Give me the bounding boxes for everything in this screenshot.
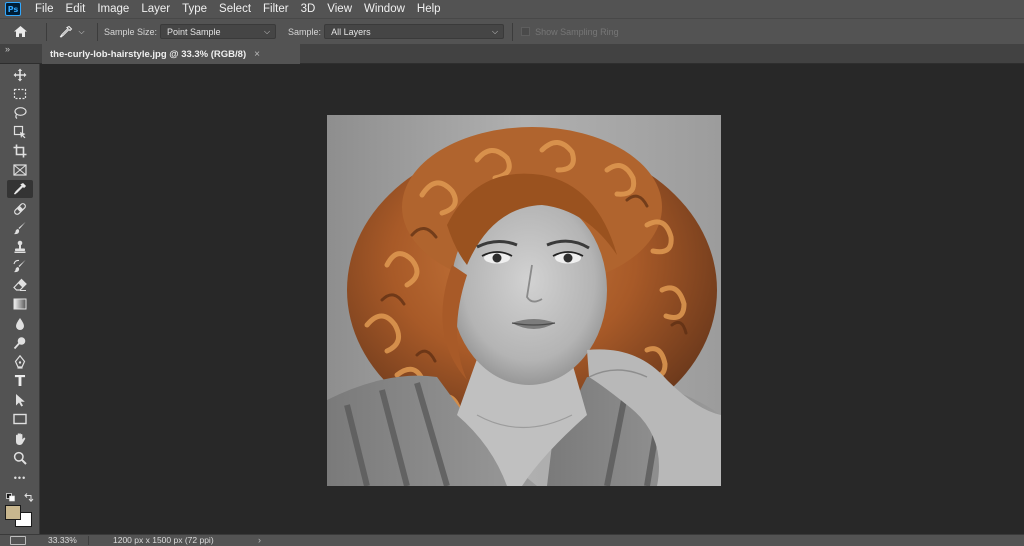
dodge-icon bbox=[13, 337, 26, 350]
photoshop-logo: Ps bbox=[5, 2, 21, 16]
menu-filter[interactable]: Filter bbox=[257, 0, 295, 18]
screen-mode-icon[interactable] bbox=[10, 536, 26, 545]
blur-tool[interactable] bbox=[7, 315, 33, 333]
rectangular-marquee-icon bbox=[13, 88, 27, 100]
hand-tool[interactable] bbox=[7, 430, 33, 448]
menu-bar: Ps File Edit Image Layer Type Select Fil… bbox=[0, 0, 1024, 18]
menu-window[interactable]: Window bbox=[358, 0, 411, 18]
chevron-down-icon: ⌵ bbox=[491, 26, 499, 36]
close-icon[interactable]: × bbox=[254, 49, 260, 60]
default-colors-icon[interactable] bbox=[6, 493, 16, 502]
dodge-tool[interactable] bbox=[7, 334, 33, 352]
document-tab-title: the-curly-lob-hairstyle.jpg @ 33.3% (RGB… bbox=[50, 48, 247, 60]
rectangle-tool[interactable] bbox=[7, 410, 33, 428]
document-image[interactable] bbox=[327, 115, 721, 486]
options-separator bbox=[46, 22, 47, 41]
sample-size-select[interactable]: Point Sample ⌵ bbox=[160, 24, 277, 39]
options-separator bbox=[512, 22, 514, 41]
menu-3d[interactable]: 3D bbox=[295, 0, 322, 18]
path-selection-icon bbox=[16, 394, 25, 407]
crop-tool[interactable] bbox=[7, 142, 33, 160]
tools-panel: T ••• bbox=[0, 64, 40, 534]
sample-size-label: Sample Size: bbox=[104, 26, 158, 37]
status-divider bbox=[88, 536, 89, 545]
document-tab-row: » the-curly-lob-hairstyle.jpg @ 33.3% (R… bbox=[0, 44, 1024, 64]
color-swap-controls bbox=[4, 493, 36, 503]
menu-image[interactable]: Image bbox=[91, 0, 135, 18]
magnifier-icon bbox=[13, 451, 27, 465]
eyedropper-tool[interactable] bbox=[7, 180, 33, 198]
hand-icon bbox=[16, 433, 26, 445]
swap-colors-icon[interactable] bbox=[24, 493, 34, 502]
move-icon bbox=[13, 68, 27, 82]
frame-icon bbox=[13, 164, 27, 176]
pen-tool[interactable] bbox=[7, 353, 33, 371]
lasso-icon bbox=[14, 107, 27, 119]
pen-icon bbox=[14, 355, 26, 369]
gradient-icon bbox=[13, 298, 27, 310]
home-button[interactable] bbox=[0, 21, 40, 43]
move-tool[interactable] bbox=[7, 66, 33, 84]
status-bar: 33.33% 1200 px x 1500 px (72 ppi) › bbox=[0, 534, 1024, 546]
brush-tool[interactable] bbox=[7, 219, 33, 237]
document-info: 1200 px x 1500 px (72 ppi) bbox=[113, 535, 214, 545]
tool-preset-picker[interactable]: ⌵ bbox=[53, 21, 91, 43]
crop-icon bbox=[13, 144, 27, 158]
type-icon: T bbox=[14, 372, 26, 390]
type-tool[interactable]: T bbox=[7, 372, 33, 390]
portrait-photo bbox=[327, 115, 721, 486]
marquee-tool[interactable] bbox=[7, 85, 33, 103]
chevron-down-icon: ⌵ bbox=[78, 26, 85, 36]
show-sampling-ring-label: Show Sampling Ring bbox=[535, 26, 619, 37]
healing-brush-tool[interactable] bbox=[7, 200, 33, 218]
rectangle-icon bbox=[13, 413, 27, 425]
brush-icon bbox=[13, 222, 26, 235]
lasso-tool[interactable] bbox=[7, 104, 33, 122]
menu-layer[interactable]: Layer bbox=[135, 0, 176, 18]
quick-select-tool[interactable] bbox=[7, 123, 33, 141]
menu-select[interactable]: Select bbox=[213, 0, 257, 18]
menu-help[interactable]: Help bbox=[411, 0, 447, 18]
sample-size-value: Point Sample bbox=[167, 26, 221, 37]
menu-type[interactable]: Type bbox=[176, 0, 213, 18]
eyedropper-icon bbox=[60, 25, 73, 38]
eraser-icon bbox=[13, 278, 27, 291]
zoom-tool[interactable] bbox=[7, 449, 33, 467]
frame-tool[interactable] bbox=[7, 161, 33, 179]
home-icon bbox=[13, 26, 27, 37]
chevron-down-icon: ⌵ bbox=[263, 26, 271, 36]
menu-view[interactable]: View bbox=[321, 0, 358, 18]
stamp-icon bbox=[14, 240, 26, 253]
path-select-tool[interactable] bbox=[7, 391, 33, 409]
show-sampling-ring-checkbox[interactable] bbox=[521, 27, 531, 36]
eraser-tool[interactable] bbox=[7, 276, 33, 294]
sample-select[interactable]: All Layers ⌵ bbox=[324, 24, 505, 39]
collapse-panels-icon[interactable]: » bbox=[5, 44, 10, 54]
chevron-right-icon[interactable]: › bbox=[258, 535, 261, 546]
sample-label: Sample: bbox=[288, 26, 322, 37]
foreground-color-swatch[interactable] bbox=[5, 505, 21, 520]
clone-stamp-tool[interactable] bbox=[7, 238, 33, 256]
options-bar: ⌵ Sample Size: Point Sample ⌵ Sample: Al… bbox=[0, 18, 1024, 44]
eyedropper-icon bbox=[13, 183, 27, 195]
sample-value: All Layers bbox=[331, 26, 371, 37]
document-tab[interactable]: the-curly-lob-hairstyle.jpg @ 33.3% (RGB… bbox=[42, 44, 300, 64]
water-drop-icon bbox=[16, 318, 24, 330]
object-select-icon bbox=[13, 125, 26, 139]
history-brush-tool[interactable] bbox=[7, 257, 33, 275]
more-tools[interactable]: ••• bbox=[7, 469, 33, 487]
zoom-level[interactable]: 33.33% bbox=[48, 535, 77, 546]
menu-edit[interactable]: Edit bbox=[60, 0, 92, 18]
options-separator bbox=[97, 22, 98, 41]
gradient-tool[interactable] bbox=[7, 295, 33, 313]
bandage-icon bbox=[14, 203, 26, 215]
history-brush-icon bbox=[13, 259, 26, 273]
more-icon: ••• bbox=[13, 473, 27, 483]
menu-file[interactable]: File bbox=[29, 0, 60, 18]
